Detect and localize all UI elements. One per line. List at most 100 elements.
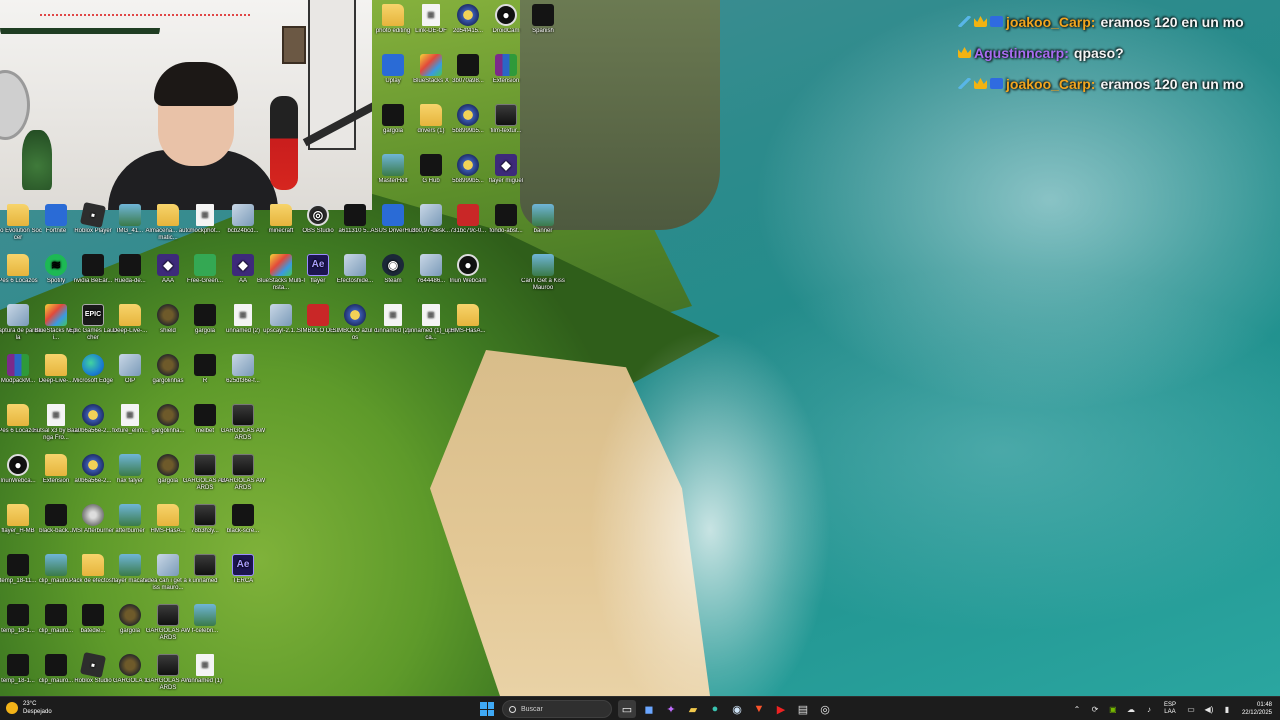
cam-icon: ● — [457, 254, 479, 276]
film-icon — [495, 104, 517, 126]
taskbar-search[interactable]: Buscar — [502, 700, 612, 718]
desktop-icon-label: GARGOLAS AWARDS — [220, 478, 266, 491]
shield-icon — [119, 604, 141, 626]
folder-icon — [82, 554, 104, 576]
cam-icon: ● — [7, 454, 29, 476]
green-icon — [194, 254, 216, 276]
crown-icon — [958, 47, 971, 58]
black-icon — [420, 154, 442, 176]
brave-icon: ▼ — [753, 703, 765, 715]
weather-temp: 23°C — [23, 701, 37, 707]
chevron-up-icon[interactable]: ⌃ — [1071, 703, 1083, 715]
steam-button[interactable]: ◉ — [728, 700, 746, 718]
bluestack-icon — [270, 254, 292, 276]
desktop-icon[interactable]: ● Iriun Webcam — [444, 254, 492, 292]
desktop-icon[interactable]: film-textur... — [482, 104, 530, 142]
film-icon — [232, 454, 254, 476]
obs-icon: ◎ — [307, 204, 329, 226]
steam-icon: ◉ — [732, 703, 742, 716]
gold-icon — [457, 4, 479, 26]
volume-icon[interactable]: ◀) — [1203, 703, 1215, 715]
spot-icon: ≋ — [45, 254, 67, 276]
search-placeholder: Buscar — [521, 705, 543, 713]
shield-icon — [119, 654, 141, 676]
obs-button[interactable]: ◎ — [816, 700, 834, 718]
steam-icon: ◉ — [382, 254, 404, 276]
network-icon[interactable]: ▭ — [1185, 703, 1197, 715]
folder-icon — [45, 354, 67, 376]
desktop-icon[interactable]: black-scre... — [219, 504, 267, 542]
desktop-icon[interactable]: f-celebri... — [181, 604, 229, 642]
desktop-icon[interactable]: a611310 5... — [331, 204, 379, 242]
ae-icon: Ae — [307, 254, 329, 276]
desktop-icon[interactable]: 625df36e-f... — [219, 354, 267, 392]
youtube-button[interactable]: ▶ — [772, 700, 790, 718]
film-icon — [157, 654, 179, 676]
weather-widget[interactable]: 23°C Despejado — [6, 700, 52, 716]
doc-icon: ≡ — [196, 204, 214, 226]
sword-icon — [958, 78, 971, 89]
img-icon — [45, 554, 67, 576]
widgets-button[interactable]: ◼ — [640, 700, 658, 718]
desktop-icon[interactable]: banner — [519, 204, 567, 242]
desktop-icon[interactable]: ≡ unnamed (1) — [181, 654, 229, 692]
desktop-icon[interactable]: GARGOLAS AWARDS — [219, 454, 267, 492]
doc-icon: ≡ — [384, 304, 402, 326]
doc-icon: ≡ — [121, 404, 139, 426]
film-icon — [194, 504, 216, 526]
desktop-icon[interactable]: HMS-HasA... — [444, 304, 492, 342]
crown-icon — [974, 16, 987, 27]
black-icon — [45, 604, 67, 626]
sun-icon — [6, 702, 18, 714]
img-icon — [532, 254, 554, 276]
battery-icon[interactable]: ▮ — [1221, 703, 1233, 715]
desktop-icon-label: Efectoshide... — [336, 278, 374, 284]
clock[interactable]: 01:48 22/12/2025 — [1242, 701, 1272, 717]
desktop-icon[interactable]: Extension — [482, 54, 530, 92]
desktop-icon[interactable]: Can I Get a Kiss Mauroo — [519, 254, 567, 292]
copilot-button[interactable]: ✦ — [662, 700, 680, 718]
edge-button[interactable]: ● — [706, 700, 724, 718]
roblox-icon: ▪ — [79, 651, 107, 679]
folder-button[interactable]: ▰ — [684, 700, 702, 718]
desktop-icon-label: a611310 5... — [338, 228, 372, 234]
chat-username: Agustinncarp: — [974, 44, 1069, 61]
black-icon — [7, 604, 29, 626]
start-button[interactable] — [478, 700, 496, 718]
purple-icon: ◆ — [232, 254, 254, 276]
taskbar-center: Buscar ▭ ◼ ✦ ▰ ● ◉ ▼ ▶ ▤ ◎ — [476, 699, 836, 719]
img-icon — [119, 504, 141, 526]
cloud-icon[interactable]: ☁ — [1125, 703, 1137, 715]
crown-icon — [974, 78, 987, 89]
desktop-icon-label: GARGOLAS AWARDS — [220, 428, 266, 441]
desktop-icon-label: black-scre... — [226, 528, 260, 534]
desktop-icon[interactable]: GARGOLAS AWARDS — [219, 404, 267, 442]
brave-button[interactable]: ▼ — [750, 700, 768, 718]
desktop-icon-label: TERCA — [232, 578, 254, 584]
language-indicator[interactable]: ESP LAA — [1164, 702, 1176, 716]
shield-icon — [157, 354, 179, 376]
desktop-icon[interactable]: Ae TERCA — [219, 554, 267, 592]
img-icon — [532, 204, 554, 226]
desktop-icon-label: 625df36e-f... — [226, 378, 260, 384]
nvidia-icon[interactable]: ▣ — [1107, 703, 1119, 715]
desktop-icon[interactable]: ◆ flayer miguel — [482, 154, 530, 192]
file-explorer-button[interactable]: ▭ — [618, 700, 636, 718]
microphone-icon[interactable]: ♪ — [1143, 703, 1155, 715]
desktop-icon[interactable]: SIMBOLO azul dos — [331, 304, 379, 342]
desktop-icon[interactable]: Efectoshide... — [331, 254, 379, 292]
black-icon — [194, 354, 216, 376]
desktop-icon-label: Spanish — [532, 28, 554, 34]
weather-desc: Despejado — [23, 709, 52, 715]
blue-icon — [382, 204, 404, 226]
chat-message: joakoo_Carp: eramos 120 en un mo — [958, 68, 1280, 99]
folder-icon — [7, 404, 29, 426]
img-icon — [194, 604, 216, 626]
obs-icon: ◎ — [820, 703, 830, 716]
document-button[interactable]: ▤ — [794, 700, 812, 718]
gold-icon — [82, 404, 104, 426]
folder-icon — [7, 204, 29, 226]
sync-icon[interactable]: ⟳ — [1089, 703, 1101, 715]
desktop-icon[interactable]: Spanish — [519, 4, 567, 42]
photo-icon — [270, 304, 292, 326]
